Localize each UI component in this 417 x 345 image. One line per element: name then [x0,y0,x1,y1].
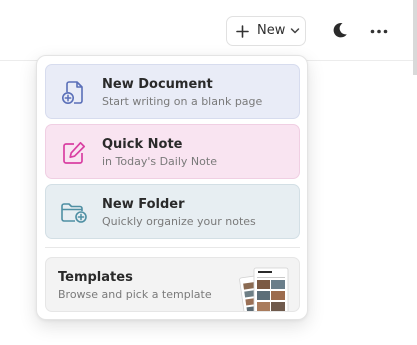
plus-icon [236,25,249,38]
moon-icon[interactable] [331,22,348,39]
scrollbar[interactable] [413,0,417,75]
menu-item-title: Quick Note [102,137,183,152]
chevron-down-icon [290,28,300,34]
menu-item-title: Templates [58,270,133,285]
menu-item-templates[interactable]: Templates Browse and pick a template [45,257,300,312]
menu-item-subtitle: Browse and pick a template [58,288,212,301]
more-horizontal-icon[interactable] [370,29,388,34]
menu-item-new-document[interactable]: New Document Start writing on a blank pa… [45,64,300,119]
new-dropdown-menu: New Document Start writing on a blank pa… [36,55,308,320]
top-bar: New [0,0,417,61]
menu-item-title: New Document [102,77,213,92]
menu-item-title: New Folder [102,197,185,212]
new-button-label: New [257,23,286,38]
menu-item-subtitle: in Today's Daily Note [102,155,217,168]
new-button[interactable]: New [226,16,306,46]
document-plus-icon [62,81,83,104]
menu-item-quick-note[interactable]: Quick Note in Today's Daily Note [45,124,300,179]
folder-plus-icon [61,203,87,223]
menu-divider [45,247,300,248]
edit-note-icon [63,141,86,164]
menu-item-subtitle: Start writing on a blank page [102,95,263,108]
menu-item-new-folder[interactable]: New Folder Quickly organize your notes [45,184,300,239]
menu-item-subtitle: Quickly organize your notes [102,215,256,228]
templates-preview-image [239,267,289,311]
